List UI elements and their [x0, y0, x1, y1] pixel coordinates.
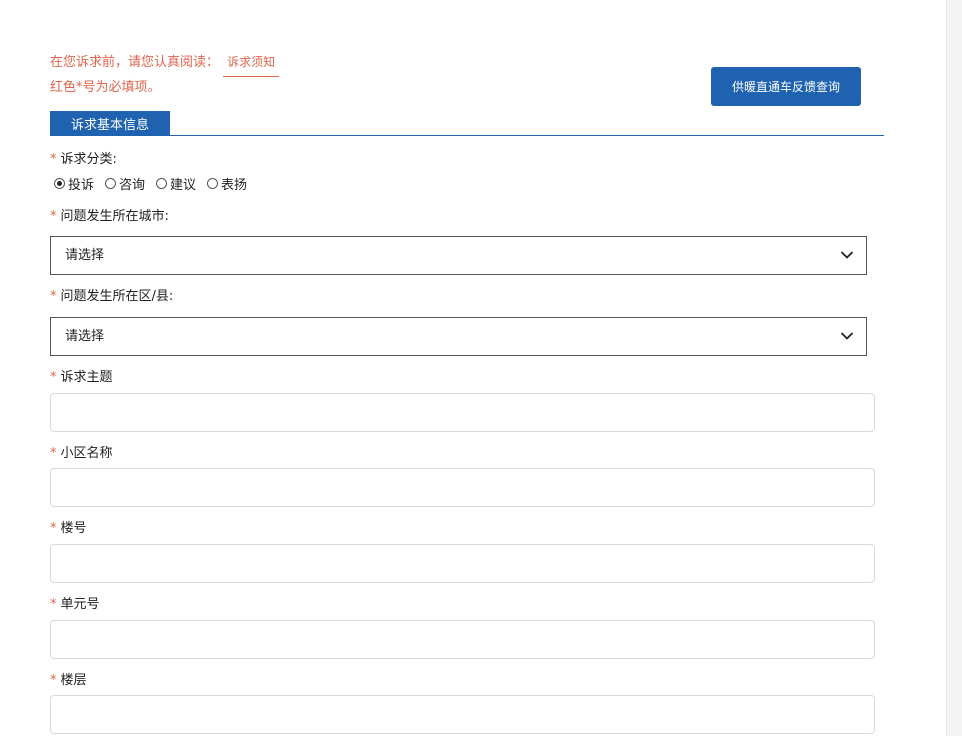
- notice-link[interactable]: 诉求须知: [223, 52, 280, 77]
- subject-label: * 诉求主题: [50, 370, 113, 385]
- section-header: 诉求基本信息: [50, 111, 884, 136]
- community-label: * 小区名称: [50, 446, 113, 461]
- unit-label: * 单元号: [50, 597, 100, 612]
- required-mark: *: [50, 289, 57, 304]
- radio-icon[interactable]: [156, 178, 168, 189]
- radio-checked-icon[interactable]: [54, 178, 65, 189]
- required-mark: *: [50, 209, 57, 224]
- district-select-value: 请选择: [65, 329, 105, 344]
- notice-intro: 在您诉求前，请您认真阅读：: [50, 55, 220, 70]
- radio-option-suggestion[interactable]: 建议: [156, 174, 196, 193]
- chevron-down-icon: [840, 251, 854, 259]
- floor-label: * 楼层: [50, 673, 87, 688]
- required-mark: *: [50, 673, 57, 688]
- category-label: * 诉求分类:: [50, 152, 117, 167]
- required-mark: *: [50, 521, 57, 536]
- category-radio-group: 投诉 咨询 建议 表扬: [54, 174, 258, 193]
- building-input[interactable]: [50, 544, 875, 583]
- required-mark: *: [50, 597, 57, 612]
- feedback-query-button[interactable]: 供暖直通车反馈查询: [711, 67, 861, 106]
- district-select[interactable]: 请选择: [50, 317, 867, 356]
- city-select[interactable]: 请选择: [50, 236, 867, 275]
- city-label: * 问题发生所在城市:: [50, 209, 169, 224]
- chevron-down-icon: [840, 332, 854, 340]
- community-input[interactable]: [50, 468, 875, 507]
- subject-input[interactable]: [50, 393, 875, 432]
- district-label: * 问题发生所在区/县:: [50, 289, 174, 304]
- required-hint: 红色*号为必填项。: [50, 80, 161, 95]
- radio-option-praise[interactable]: 表扬: [207, 174, 247, 193]
- required-mark: *: [50, 446, 57, 461]
- radio-option-complaint[interactable]: 投诉: [54, 174, 94, 193]
- radio-icon[interactable]: [105, 178, 117, 189]
- radio-icon[interactable]: [207, 178, 219, 189]
- radio-option-consult[interactable]: 咨询: [105, 174, 145, 193]
- city-select-value: 请选择: [65, 248, 105, 263]
- notice-block: 在您诉求前，请您认真阅读： 诉求须知 红色*号为必填项。: [50, 52, 280, 104]
- floor-input[interactable]: [50, 695, 875, 734]
- building-label: * 楼号: [50, 521, 87, 536]
- section-title: 诉求基本信息: [50, 111, 170, 135]
- page-scroll-area: [946, 0, 962, 736]
- unit-input[interactable]: [50, 620, 875, 659]
- required-mark: *: [50, 370, 57, 385]
- required-mark: *: [50, 152, 57, 167]
